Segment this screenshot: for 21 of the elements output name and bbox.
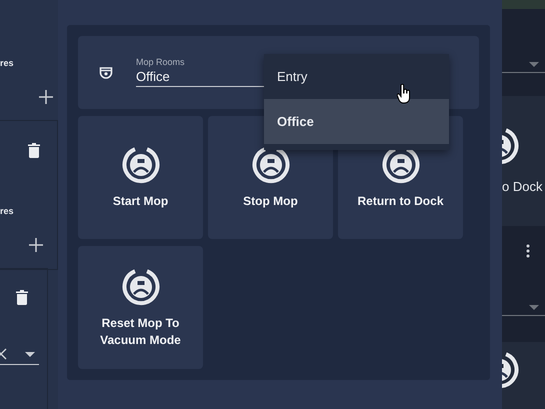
header-bar (502, 0, 545, 9)
section-label: res (0, 206, 15, 218)
caret-icon (25, 352, 35, 356)
vacuum-icon (250, 145, 290, 186)
dock-button[interactable]: o Dock (502, 96, 545, 226)
trash-icon[interactable] (28, 143, 40, 158)
mop-action-button[interactable]: Start Mop (78, 116, 203, 239)
caret-icon (529, 305, 539, 310)
dropdown-option[interactable]: Office (264, 99, 449, 144)
more-icon[interactable] (526, 244, 530, 258)
add-icon[interactable] (29, 238, 43, 252)
robot-icon (99, 66, 113, 80)
vacuum-icon (120, 267, 160, 308)
caret-icon (529, 62, 539, 67)
hand-cursor-icon (397, 84, 411, 104)
dropdown-field[interactable] (0, 346, 39, 365)
section-label: res (0, 58, 15, 70)
mop-action-button[interactable]: Reset Mop To Vacuum Mode (78, 246, 203, 369)
add-icon[interactable] (39, 90, 53, 104)
vacuum-icon (120, 145, 160, 186)
trash-icon[interactable] (16, 290, 28, 305)
